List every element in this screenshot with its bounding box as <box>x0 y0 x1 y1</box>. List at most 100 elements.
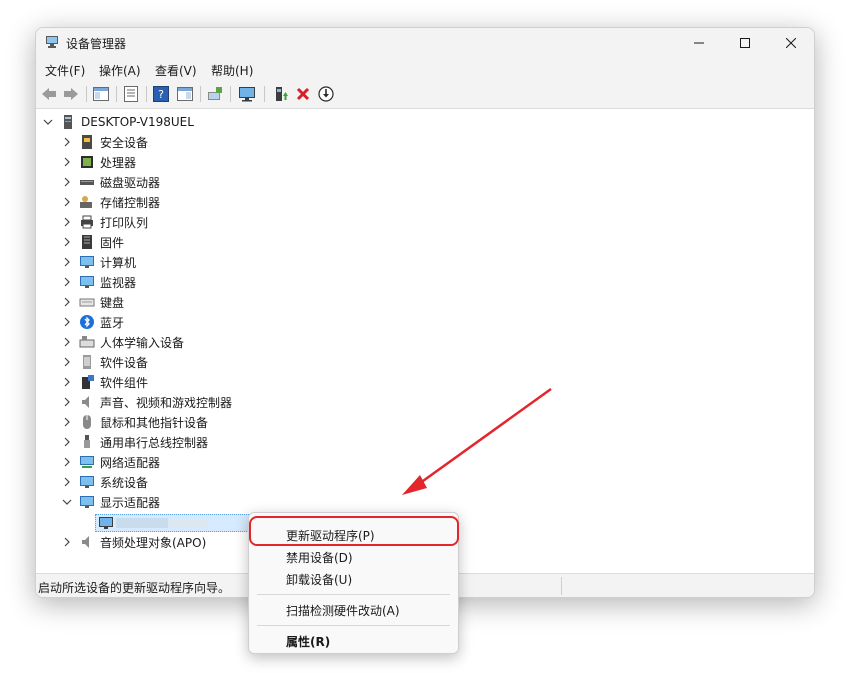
tree-category-row[interactable]: 通用串行总线控制器 <box>61 432 208 452</box>
tree-category-row[interactable]: 键盘 <box>61 292 124 312</box>
tree-category-row[interactable]: 安全设备 <box>61 132 148 152</box>
tree-category-row[interactable]: 软件设备 <box>61 352 148 372</box>
monitor-button[interactable] <box>238 85 256 103</box>
device-tree: DESKTOP-V198UEL 安全设备处理器磁盘驱动器存储控制器打印队列固件计… <box>36 109 814 573</box>
chevron-right-icon[interactable] <box>61 192 73 212</box>
console-tree-button[interactable] <box>92 85 110 103</box>
disable-device-menu-item[interactable]: 禁用设备(D) <box>286 549 353 566</box>
chevron-right-icon[interactable] <box>61 332 73 352</box>
blurred-device-name <box>116 518 168 528</box>
properties-icon <box>124 86 138 102</box>
action-pane-icon <box>177 87 193 101</box>
update-driver-toolbar-button[interactable] <box>272 85 290 103</box>
chevron-right-icon[interactable] <box>61 432 73 452</box>
tree-category-label: 软件组件 <box>100 375 149 390</box>
uninstall-icon <box>296 87 310 101</box>
bluetooth-icon <box>79 314 95 330</box>
help-button[interactable]: ? <box>152 85 170 103</box>
chevron-right-icon[interactable] <box>61 152 73 172</box>
window-title: 设备管理器 <box>66 37 127 51</box>
menu-action[interactable]: 操作(A) <box>99 62 141 79</box>
title-bar[interactable]: 设备管理器 <box>36 28 814 58</box>
scan-hardware-button[interactable] <box>206 85 224 103</box>
tree-category-row[interactable]: 系统设备 <box>61 472 148 492</box>
maximize-button[interactable] <box>722 28 768 58</box>
chevron-down-icon[interactable] <box>61 492 73 512</box>
tree-category-row[interactable]: 处理器 <box>61 152 136 172</box>
tree-category-row[interactable]: 鼠标和其他指针设备 <box>61 412 208 432</box>
tree-category-label: 处理器 <box>100 155 137 170</box>
toolbar: ? <box>36 80 814 109</box>
tree-category-row[interactable]: 蓝牙 <box>61 312 124 332</box>
software-component-icon <box>79 374 95 390</box>
tree-category-row[interactable]: 固件 <box>61 232 124 252</box>
forward-button[interactable] <box>62 85 80 103</box>
tree-category-row[interactable]: 软件组件 <box>61 372 148 392</box>
chevron-down-icon[interactable] <box>42 112 54 132</box>
tree-category-row[interactable]: 人体学输入设备 <box>61 332 184 352</box>
menu-view[interactable]: 查看(V) <box>155 62 197 79</box>
svg-text:?: ? <box>158 88 164 101</box>
tree-category-row[interactable]: 网络适配器 <box>61 452 160 472</box>
chevron-right-icon[interactable] <box>61 292 73 312</box>
computer-icon <box>79 254 95 270</box>
tree-root[interactable]: DESKTOP-V198UEL <box>42 112 194 132</box>
chevron-right-icon[interactable] <box>61 372 73 392</box>
properties-button[interactable] <box>122 85 140 103</box>
tree-category-label: 人体学输入设备 <box>100 335 185 350</box>
chevron-right-icon[interactable] <box>61 392 73 412</box>
tree-category-label: 显示适配器 <box>100 495 161 510</box>
uninstall-device-menu-item[interactable]: 卸载设备(U) <box>286 571 352 588</box>
uninstall-toolbar-button[interactable] <box>294 85 312 103</box>
menu-help[interactable]: 帮助(H) <box>211 62 253 79</box>
download-icon <box>318 86 334 102</box>
chevron-right-icon[interactable] <box>61 252 73 272</box>
close-button[interactable] <box>768 28 814 58</box>
tree-category-label: 安全设备 <box>100 135 149 150</box>
scan-hardware-menu-item[interactable]: 扫描检测硬件改动(A) <box>286 602 400 619</box>
mouse-icon <box>79 414 95 430</box>
system-device-icon <box>79 474 95 490</box>
tree-category-row[interactable]: 计算机 <box>61 252 136 272</box>
tree-category-label: 磁盘驱动器 <box>100 175 161 190</box>
chevron-right-icon[interactable] <box>61 172 73 192</box>
tree-category-row[interactable]: 打印队列 <box>61 212 148 232</box>
tree-category-row[interactable]: 显示适配器 <box>61 492 160 512</box>
printer-icon <box>79 214 95 230</box>
tree-category-label: 打印队列 <box>100 215 149 230</box>
download-toolbar-button[interactable] <box>317 85 335 103</box>
tree-category-label: 软件设备 <box>100 355 149 370</box>
chevron-right-icon[interactable] <box>61 312 73 332</box>
action-pane-button[interactable] <box>176 85 194 103</box>
chevron-right-icon[interactable] <box>61 132 73 152</box>
properties-menu-item[interactable]: 属性(R) <box>286 633 330 650</box>
close-icon <box>786 38 796 48</box>
chevron-right-icon[interactable] <box>61 472 73 492</box>
minimize-button[interactable] <box>676 28 722 58</box>
chevron-right-icon[interactable] <box>61 412 73 432</box>
chevron-right-icon[interactable] <box>61 272 73 292</box>
back-button[interactable] <box>40 85 58 103</box>
scan-hardware-icon <box>208 87 222 100</box>
keyboard-icon <box>79 294 95 310</box>
status-text: 启动所选设备的更新驱动程序向导。 <box>38 581 231 595</box>
chevron-right-icon[interactable] <box>61 232 73 252</box>
tree-category-label: 网络适配器 <box>100 455 161 470</box>
menu-separator <box>257 594 450 595</box>
chevron-right-icon[interactable] <box>61 212 73 232</box>
display-adapter-device-row[interactable] <box>95 514 273 532</box>
hid-icon <box>79 334 95 350</box>
tree-category-label: 计算机 <box>100 255 137 270</box>
tree-category-row[interactable]: 监视器 <box>61 272 136 292</box>
tree-category-row[interactable]: 磁盘驱动器 <box>61 172 160 192</box>
processor-icon <box>79 154 95 170</box>
chevron-right-icon[interactable] <box>61 352 73 372</box>
tree-category-row[interactable]: 声音、视频和游戏控制器 <box>61 392 232 412</box>
tree-category-row[interactable]: 存储控制器 <box>61 192 160 212</box>
menu-file[interactable]: 文件(F) <box>45 62 85 79</box>
tree-category-label: 键盘 <box>100 295 125 310</box>
tree-category-row[interactable]: 音频处理对象(APO) <box>61 532 206 552</box>
tree-category-label: 蓝牙 <box>100 315 125 330</box>
chevron-right-icon[interactable] <box>61 452 73 472</box>
chevron-right-icon[interactable] <box>61 532 73 552</box>
